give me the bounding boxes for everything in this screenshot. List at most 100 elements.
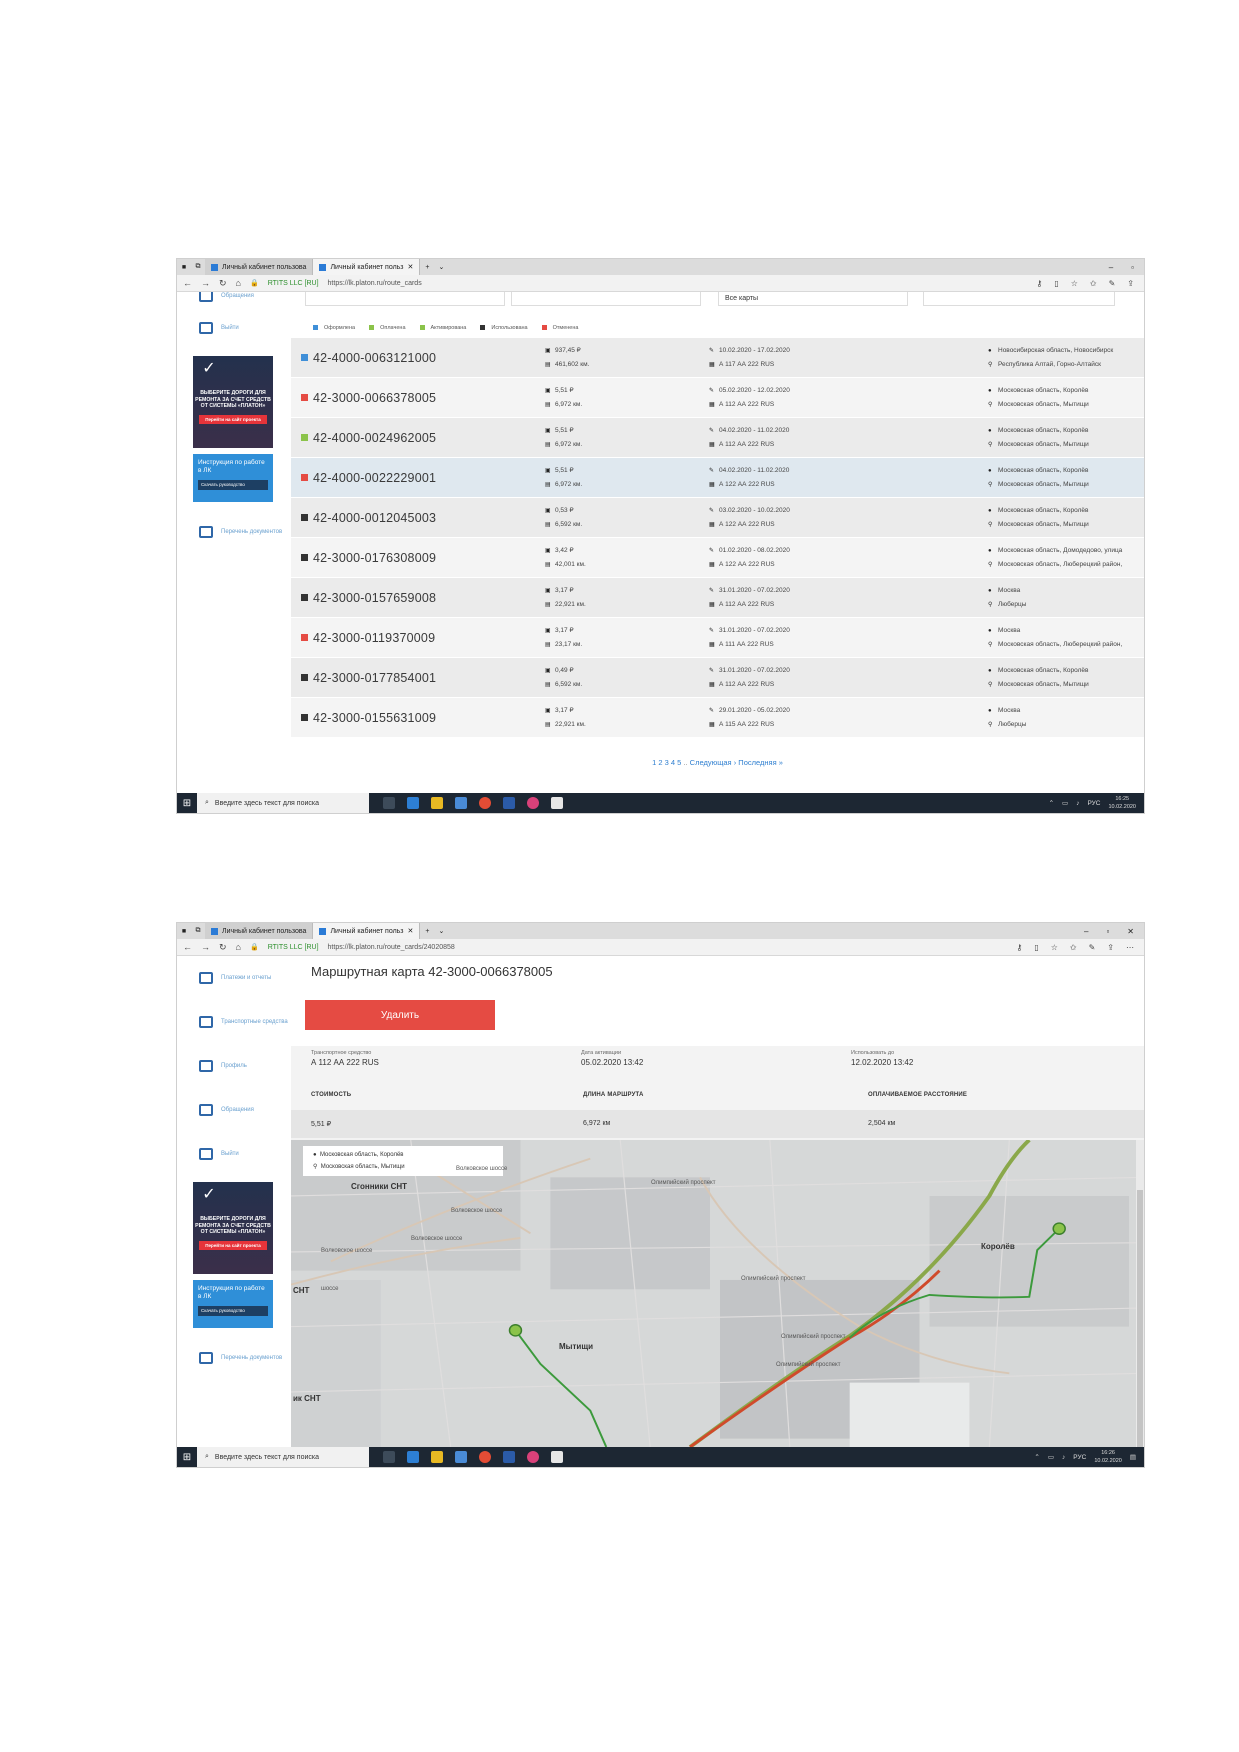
banner-button[interactable]: Перейти на сайт проекта xyxy=(199,414,267,425)
minimize-icon[interactable]: – xyxy=(1084,927,1088,936)
tab-close-icon[interactable]: ✕ xyxy=(408,927,414,935)
back-icon[interactable]: ← xyxy=(183,942,192,952)
home-icon[interactable]: ⌂ xyxy=(236,942,241,952)
maximize-icon[interactable]: ▫ xyxy=(1106,927,1109,936)
tab-close-icon[interactable]: ✕ xyxy=(408,263,414,271)
sidebar-item-logout[interactable]: Выйти xyxy=(177,306,291,350)
scrollbar-thumb[interactable] xyxy=(1137,1190,1143,1447)
network-icon[interactable]: ▭ xyxy=(1048,1453,1054,1461)
outlook-icon[interactable] xyxy=(455,797,467,809)
notes-icon[interactable]: ✎ xyxy=(1089,943,1096,952)
window-menu-icon[interactable]: ■ xyxy=(177,259,191,275)
table-row[interactable]: 42-3000-0157659008 ▣ 3,17 ₽ ▤ 22,921 км. ✎ 31.… xyxy=(291,578,1144,618)
edge-icon[interactable] xyxy=(407,797,419,809)
notes-icon[interactable]: ✎ xyxy=(1109,279,1116,288)
pagination-last[interactable]: Последняя » xyxy=(738,758,783,767)
filter-search-input[interactable] xyxy=(923,292,1115,306)
chrome-icon[interactable] xyxy=(479,797,491,809)
new-tab-icon[interactable]: + xyxy=(420,923,434,939)
key-icon[interactable]: ⚷ xyxy=(1016,943,1022,952)
favorite-icon[interactable]: ☆ xyxy=(1051,943,1058,952)
word-icon[interactable] xyxy=(503,1451,515,1463)
filter-number-input[interactable] xyxy=(305,292,505,306)
word-icon[interactable] xyxy=(503,797,515,809)
guide-block[interactable]: Инструкция по работе в ЛК Скачать руковод… xyxy=(193,1280,273,1328)
table-row[interactable]: 42-3000-0177854001 ▣ 0,49 ₽ ▤ 6,592 км. ✎ 31.0… xyxy=(291,658,1144,698)
table-row[interactable]: 42-4000-0063121000 ▣ 937,45 ₽ ▤ 461,602 км. ✎… xyxy=(291,338,1144,378)
sidebar-item-logout[interactable]: Выйти xyxy=(177,1132,291,1176)
sidebar-item-appeals[interactable]: Обращения xyxy=(177,1088,291,1132)
route-card-number[interactable]: 42-4000-0012045003 xyxy=(313,511,436,525)
promo-banner[interactable]: ✓ ВЫБЕРИТЕ ДОРОГИ ДЛЯ РЕМОНТА ЗА СЧЕТ СРЕ… xyxy=(193,356,273,448)
route-map[interactable]: ● Московская область, Королёв ⚲ Московск… xyxy=(291,1140,1144,1447)
explorer-icon[interactable] xyxy=(431,797,443,809)
page-scrollbar[interactable] xyxy=(1136,1140,1144,1447)
route-card-number[interactable]: 42-3000-0177854001 xyxy=(313,671,436,685)
table-row[interactable]: 42-3000-0176308009 ▣ 3,42 ₽ ▤ 42,001 км. ✎ 01.… xyxy=(291,538,1144,578)
filter-vehicle-input[interactable] xyxy=(511,292,701,306)
windows-start-icon[interactable]: ⊞ xyxy=(177,798,197,809)
photos-icon[interactable] xyxy=(551,797,563,809)
minimize-icon[interactable]: – xyxy=(1109,263,1113,272)
promo-banner[interactable]: ✓ ВЫБЕРИТЕ ДОРОГИ ДЛЯ РЕМОНТА ЗА СЧЕТ СРЕ… xyxy=(193,1182,273,1274)
maps-icon[interactable] xyxy=(527,797,539,809)
route-card-number[interactable]: 42-3000-0066378005 xyxy=(313,391,436,405)
tab-first[interactable]: Личный кабинет пользова xyxy=(205,259,314,275)
share-icon[interactable]: ⇪ xyxy=(1127,279,1134,288)
sidebar-item-documents[interactable]: Перечень документов xyxy=(177,1336,291,1380)
favorites-icon[interactable]: ✩ xyxy=(1070,943,1077,952)
chrome-icon[interactable] xyxy=(479,1451,491,1463)
tab-active[interactable]: Личный кабинет польз ✕ xyxy=(313,259,421,275)
volume-icon[interactable]: ♪ xyxy=(1076,800,1079,807)
taskbar-search[interactable]: ⌕ Введите здесь текст для поиска xyxy=(197,793,369,813)
download-guide-button[interactable]: Скачать руководство xyxy=(198,479,268,490)
close-icon[interactable]: ✕ xyxy=(1127,927,1134,936)
table-row[interactable]: 42-4000-0022229001 ▣ 5,51 ₽ ▤ 6,972 км. ✎ 04.0… xyxy=(291,458,1144,498)
banner-button[interactable]: Перейти на сайт проекта xyxy=(199,1240,267,1251)
tab-first[interactable]: Личный кабинет пользова xyxy=(205,923,314,939)
pagination-pages[interactable]: 1 2 3 4 5 xyxy=(652,758,681,767)
task-view-icon[interactable] xyxy=(383,1451,395,1463)
route-card-number[interactable]: 42-4000-0022229001 xyxy=(313,471,436,485)
key-icon[interactable]: ⚷ xyxy=(1036,279,1042,288)
tab-preview-icon[interactable]: ⧉ xyxy=(191,259,205,275)
tray-up-icon[interactable]: ⌃ xyxy=(1034,1453,1039,1461)
back-icon[interactable]: ← xyxy=(183,278,192,288)
photos-icon[interactable] xyxy=(551,1451,563,1463)
tab-active[interactable]: Личный кабинет польз ✕ xyxy=(313,923,421,939)
guide-block[interactable]: Инструкция по работе в ЛК Скачать руковод… xyxy=(193,454,273,502)
favorites-icon[interactable]: ✩ xyxy=(1090,279,1097,288)
tab-list-icon[interactable]: ⌄ xyxy=(434,923,448,939)
tab-preview-icon[interactable]: ⧉ xyxy=(191,923,205,939)
table-row[interactable]: 42-3000-0155631009 ▣ 3,17 ₽ ▤ 22,921 км. ✎ 29.… xyxy=(291,698,1144,738)
table-row[interactable]: 42-3000-0066378005 ▣ 5,51 ₽ ▤ 6,972 км. ✎ 05.0… xyxy=(291,378,1144,418)
maps-icon[interactable] xyxy=(527,1451,539,1463)
address-bar[interactable]: https://lk.platon.ru/route_cards xyxy=(328,280,422,287)
more-icon[interactable]: ⋯ xyxy=(1126,943,1134,952)
table-row[interactable]: 42-4000-0024962005 ▣ 5,51 ₽ ▤ 6,972 км. ✎ 04.0… xyxy=(291,418,1144,458)
task-view-icon[interactable] xyxy=(383,797,395,809)
forward-icon[interactable]: → xyxy=(201,942,210,952)
sidebar-item-appeals[interactable]: Обращения xyxy=(177,292,291,306)
table-row[interactable]: 42-4000-0012045003 ▣ 0,53 ₽ ▤ 6,592 км. ✎ 03.0… xyxy=(291,498,1144,538)
language-indicator[interactable]: РУС xyxy=(1073,1454,1086,1461)
windows-start-icon[interactable]: ⊞ xyxy=(177,1452,197,1463)
taskbar-search[interactable]: ⌕ Введите здесь текст для поиска xyxy=(197,1447,369,1467)
reading-view-icon[interactable]: ▯ xyxy=(1054,279,1058,288)
route-card-number[interactable]: 42-3000-0155631009 xyxy=(313,711,436,725)
delete-button[interactable]: Удалить xyxy=(305,1000,495,1030)
share-icon[interactable]: ⇪ xyxy=(1107,943,1114,952)
clock[interactable]: 16:25 10.02.2020 xyxy=(1108,795,1136,811)
sidebar-item-documents[interactable]: Перечень документов xyxy=(177,510,291,554)
tab-list-icon[interactable]: ⌄ xyxy=(434,259,448,275)
edge-icon[interactable] xyxy=(407,1451,419,1463)
reading-view-icon[interactable]: ▯ xyxy=(1034,943,1038,952)
pagination-next[interactable]: Следующая › xyxy=(690,758,737,767)
route-card-number[interactable]: 42-3000-0119370009 xyxy=(313,631,435,645)
download-guide-button[interactable]: Скачать руководство xyxy=(198,1305,268,1316)
route-card-number[interactable]: 42-4000-0063121000 xyxy=(313,351,436,365)
forward-icon[interactable]: → xyxy=(201,278,210,288)
refresh-icon[interactable]: ↻ xyxy=(219,942,227,953)
language-indicator[interactable]: РУС xyxy=(1087,800,1100,807)
filter-cards-select[interactable]: Все карты xyxy=(718,292,908,306)
